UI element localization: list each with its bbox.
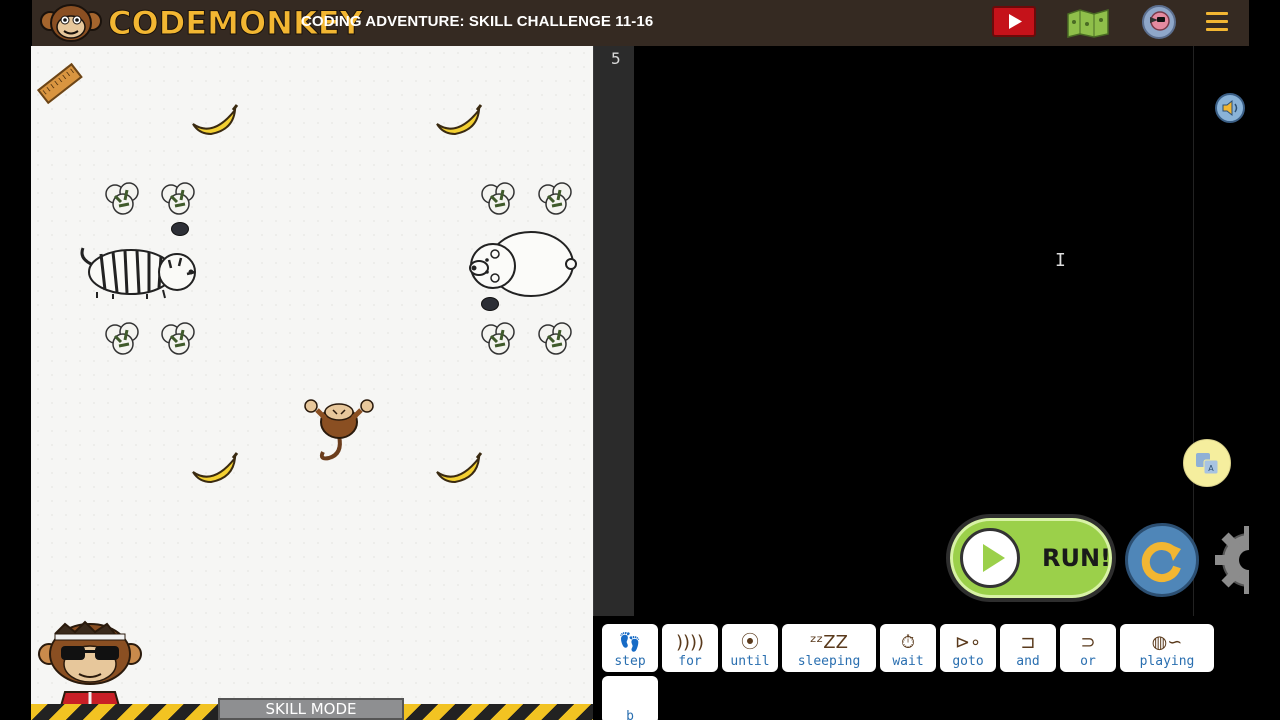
variable-label: b <box>626 709 634 720</box>
challenge-title: CODING ADVENTURE: SKILL CHALLENGE 11-16 <box>301 13 654 30</box>
bush-icon <box>105 182 139 215</box>
cmd-and[interactable]: ⊐ and <box>1000 624 1056 672</box>
video-tutorial-button[interactable] <box>992 6 1036 37</box>
bush-icon <box>161 322 195 355</box>
monkey-icon[interactable] <box>303 396 375 466</box>
menu-bar <box>1206 28 1228 31</box>
cmd-label: wait <box>892 654 924 669</box>
bush-icon <box>481 182 515 215</box>
cmd-label: step <box>614 654 646 669</box>
cmd-label: until <box>730 654 770 669</box>
cmd-for[interactable]: )))) for <box>662 624 718 672</box>
settings-button[interactable] <box>1213 524 1249 596</box>
footprints-icon: 👣 <box>618 632 642 653</box>
menu-bar <box>1206 20 1228 23</box>
cmd-label: goto <box>952 654 984 669</box>
until-icon: ⦿ <box>741 632 759 653</box>
board-texture <box>31 46 593 720</box>
line-gutter: 5 <box>593 46 634 616</box>
run-label: RUN! <box>1042 544 1111 572</box>
yarn-icon: ◍∽ <box>1151 632 1183 653</box>
play-icon <box>960 528 1020 588</box>
or-gate-icon: ⊃ <box>1080 632 1096 653</box>
banana-icon <box>192 104 239 136</box>
banana-icon <box>436 104 483 136</box>
bush-icon <box>538 322 572 355</box>
map-button[interactable] <box>1066 8 1110 38</box>
text-cursor-icon: I <box>1055 250 1066 271</box>
bush-icon <box>161 182 195 215</box>
bush-icon <box>105 322 139 355</box>
stopwatch-icon: ⏱ <box>900 632 916 653</box>
top-bar: CODEMONKEY CODING ADVENTURE: SKILL CHALL… <box>32 0 1249 46</box>
loop-icon: )))) <box>675 632 705 653</box>
speaker-icon <box>1222 99 1238 117</box>
bush-icon <box>538 182 572 215</box>
editor-divider <box>1193 46 1194 616</box>
cmd-label: and <box>1016 654 1040 669</box>
and-gate-icon: ⊐ <box>1020 632 1036 653</box>
cmd-until[interactable]: ⦿ until <box>722 624 778 672</box>
rock-icon <box>171 222 189 236</box>
cmd-wait[interactable]: ⏱ wait <box>880 624 936 672</box>
tiger-icon <box>80 247 196 299</box>
variable-b[interactable]: b <box>602 676 658 720</box>
sound-button[interactable] <box>1215 93 1245 123</box>
cmd-or[interactable]: ⊃ or <box>1060 624 1116 672</box>
cmd-step[interactable]: 👣 step <box>602 624 658 672</box>
play-icon <box>1009 14 1022 29</box>
run-button[interactable]: RUN! <box>946 514 1116 602</box>
svg-text:A: A <box>1208 464 1214 473</box>
banana-icon <box>192 452 239 484</box>
bush-icon <box>481 322 515 355</box>
menu-bar <box>1206 12 1228 15</box>
translate-button[interactable]: A <box>1183 439 1231 487</box>
gear-icon <box>1215 526 1249 594</box>
menu-button[interactable] <box>1206 12 1228 34</box>
banana-icon <box>436 452 483 484</box>
flamingo-avatar-icon <box>1150 11 1170 31</box>
zzz-icon: ᶻᶻZZ <box>810 632 848 653</box>
cmd-label: sleeping <box>797 654 861 669</box>
command-palette: 👣 step )))) for ⦿ until ᶻᶻZZ sleeping ⏱ … <box>593 616 1249 720</box>
goto-icon: ⊳∘ <box>954 632 982 653</box>
cmd-label: or <box>1080 654 1096 669</box>
avatar-button[interactable] <box>1142 5 1176 39</box>
cmd-label: playing <box>1139 654 1195 669</box>
reset-button[interactable] <box>1125 523 1199 597</box>
translate-icon: A <box>1196 453 1219 475</box>
cmd-sleeping[interactable]: ᶻᶻZZ sleeping <box>782 624 876 672</box>
line-number: 5 <box>611 49 621 68</box>
map-icon <box>1067 9 1109 38</box>
polar-bear-icon <box>469 231 577 297</box>
skill-mode-label: SKILL MODE <box>218 698 404 720</box>
game-board[interactable]: SKILL MODE <box>31 46 593 720</box>
cmd-goto[interactable]: ⊳∘ goto <box>940 624 996 672</box>
app-window: CODEMONKEY CODING ADVENTURE: SKILL CHALL… <box>0 0 1280 720</box>
reset-arrow-icon <box>1141 542 1181 583</box>
cmd-playing[interactable]: ◍∽ playing <box>1120 624 1214 672</box>
monkey-face-icon <box>40 4 102 42</box>
cmd-label: for <box>678 654 702 669</box>
code-editor[interactable]: 5 I A RUN! <box>593 46 1249 616</box>
